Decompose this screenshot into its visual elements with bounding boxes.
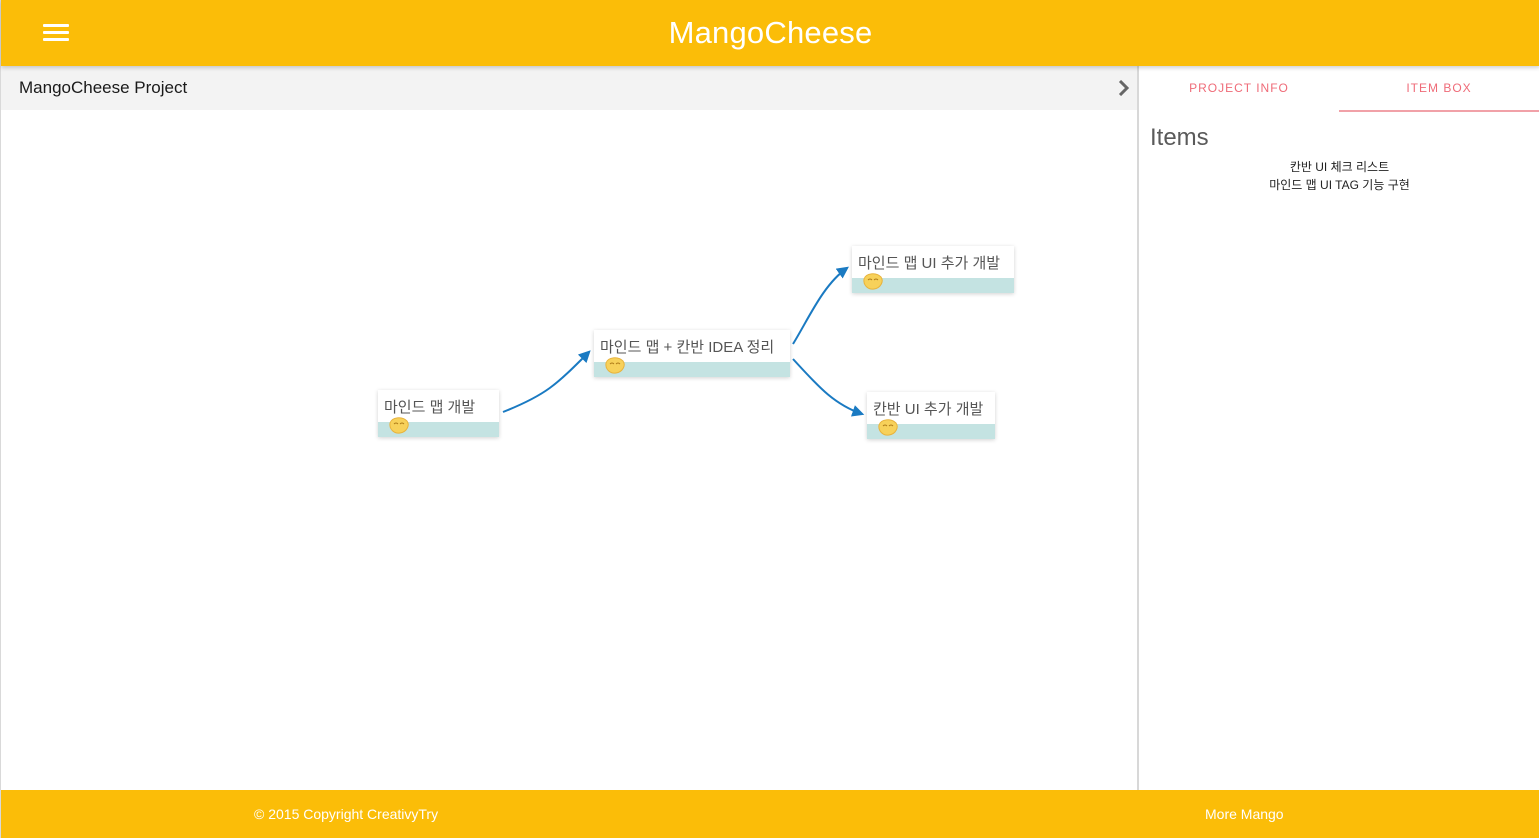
mango-icon <box>389 417 409 434</box>
mindmap-node[interactable]: 마인드 맵 UI 추가 개발 <box>852 246 1014 293</box>
mindmap-edges <box>502 266 865 417</box>
side-panel: PROJECT INFO ITEM BOX Items 칸반 UI 체크 리스트… <box>1139 66 1539 790</box>
copyright-text: © 2015 Copyright CreativyTry <box>254 806 439 822</box>
mindmap-canvas[interactable]: 마인드 맵 개발 마인드 맵 + 칸반 IDEA 정리 마인드 맵 UI 추가 … <box>1 110 1137 790</box>
list-item[interactable]: 칸반 UI 체크 리스트 <box>1139 158 1539 176</box>
tab-item-box[interactable]: ITEM BOX <box>1339 66 1539 112</box>
edge-idea-to-mindmap-ui <box>792 266 849 345</box>
mindmap-area: MangoCheese Project 마인드 맵 개발 마인드 맵 + 칸반 … <box>1 66 1139 790</box>
footer: © 2015 Copyright CreativyTry More Mango <box>1 790 1539 838</box>
node-label: 마인드 맵 + 칸반 IDEA 정리 <box>600 339 775 356</box>
items-list: 칸반 UI 체크 리스트 마인드 맵 UI TAG 기능 구현 <box>1139 158 1539 194</box>
node-label: 칸반 UI 추가 개발 <box>873 401 984 418</box>
mindmap-node[interactable]: 칸반 UI 추가 개발 <box>867 392 995 439</box>
items-heading: Items <box>1150 124 1209 151</box>
mindmap-node[interactable]: 마인드 맵 개발 <box>378 390 499 437</box>
mango-icon <box>605 357 625 374</box>
mango-icon <box>878 419 898 436</box>
project-bar: MangoCheese Project <box>1 66 1137 110</box>
panel-tabs: PROJECT INFO ITEM BOX <box>1139 66 1539 112</box>
project-name: MangoCheese Project <box>19 78 188 97</box>
node-label: 마인드 맵 UI 추가 개발 <box>858 255 1001 272</box>
list-item[interactable]: 마인드 맵 UI TAG 기능 구현 <box>1139 176 1539 194</box>
tab-project-info[interactable]: PROJECT INFO <box>1139 66 1339 112</box>
more-mango-link[interactable]: More Mango <box>1205 806 1284 822</box>
top-app-bar: MangoCheese <box>1 0 1539 66</box>
app-window: MangoCheese MangoCheese Project 마인드 맵 개발… <box>0 0 1539 838</box>
chevron-right-icon[interactable] <box>1116 80 1132 96</box>
edge-idea-to-kanban-ui <box>792 358 865 417</box>
app-title: MangoCheese <box>668 15 873 50</box>
mango-icon <box>863 273 883 290</box>
edge-root-to-idea <box>502 350 591 413</box>
mindmap-node[interactable]: 마인드 맵 + 칸반 IDEA 정리 <box>594 330 790 377</box>
node-label: 마인드 맵 개발 <box>384 399 476 416</box>
